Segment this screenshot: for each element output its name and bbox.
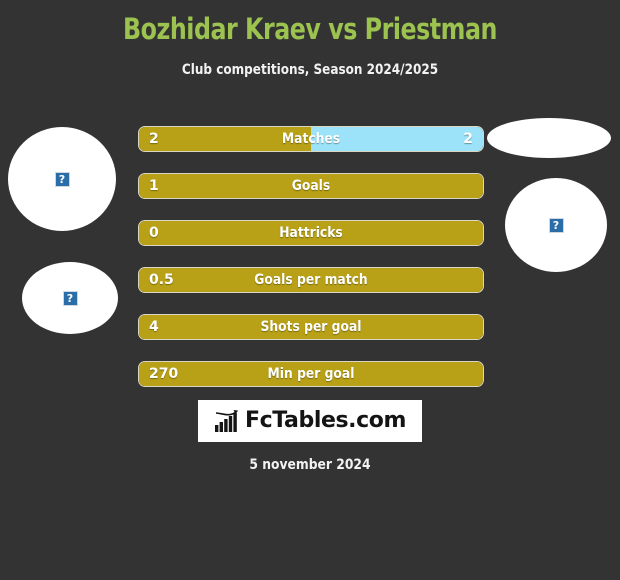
away-player-photo-top <box>487 118 611 158</box>
stat-bar-row: 1 Goals <box>138 173 484 199</box>
stat-label: Min per goal <box>267 366 355 382</box>
stat-value-home: 0 <box>149 225 159 241</box>
stat-label: Goals per match <box>254 272 368 288</box>
broken-image-icon: ? <box>62 290 78 306</box>
stat-bar-row: 2 Matches 2 <box>138 126 484 152</box>
bar-chart-growth-icon <box>214 410 238 432</box>
broken-image-icon: ? <box>548 217 564 233</box>
footer-date: 5 november 2024 <box>249 457 371 473</box>
home-player-photo-top: ? <box>8 127 116 231</box>
stat-bar-row: 270 Min per goal <box>138 361 484 387</box>
stat-value-home: 2 <box>149 131 159 147</box>
stat-value-home: 4 <box>149 319 159 335</box>
page-subtitle: Club competitions, Season 2024/2025 <box>181 62 439 78</box>
stat-label: Hattricks <box>279 225 343 241</box>
comparison-infographic: Bozhidar Kraev vs Priestman Club competi… <box>0 0 620 580</box>
stat-label: Matches <box>281 131 341 147</box>
stat-bar-row: 4 Shots per goal <box>138 314 484 340</box>
page-title: Bozhidar Kraev vs Priestman <box>123 12 497 46</box>
stat-bar-row: 0 Hattricks <box>138 220 484 246</box>
broken-image-icon: ? <box>54 171 70 187</box>
fctables-logo[interactable]: FcTables.com <box>198 400 422 442</box>
logo-text: FcTables.com <box>244 408 407 433</box>
stat-bar-row: 0.5 Goals per match <box>138 267 484 293</box>
stat-label: Shots per goal <box>260 319 362 335</box>
stat-value-home: 1 <box>149 178 159 194</box>
away-player-photo-bottom: ? <box>505 178 607 272</box>
stat-value-away: 2 <box>463 131 473 147</box>
home-player-photo-bottom: ? <box>22 262 118 334</box>
stat-bar-list: 2 Matches 2 1 Goals 0 Hattricks 0.5 Goals per ma… <box>138 126 484 408</box>
stat-label: Goals <box>291 178 331 194</box>
